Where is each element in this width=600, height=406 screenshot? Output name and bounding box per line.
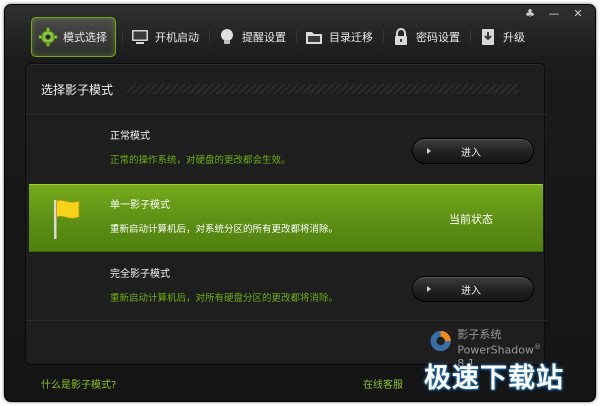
minimize-button[interactable]: — [547,7,561,21]
tab-label: 升级 [503,31,525,44]
lock-icon [395,28,407,45]
powershadow-logo-icon [430,330,451,352]
app-window: ♣ — ✕ 模式选择 开机启动 提醒设置 目录迁移 密码设置 升级 选择影子模式… [4,4,596,402]
online-support-link[interactable]: 在线客服 [363,376,403,391]
main-toolbar: 模式选择 开机启动 提醒设置 目录迁移 密码设置 升级 [31,17,535,57]
panel-header: 选择影子模式 [26,64,544,114]
mode-description: 正常的操作系统，对硬盘的更改都会生效。 [110,155,291,166]
close-button[interactable]: ✕ [571,7,585,21]
download-icon [482,29,494,45]
tab-startup[interactable]: 开机启动 [122,17,209,57]
tab-upgrade[interactable]: 升级 [470,17,535,57]
mode-row-full-shadow: 完全影子模式 重新启动计算机后，对所有硬盘分区的更改都将消除。 进入 [26,254,546,322]
header-divider [127,84,518,94]
lightbulb-icon [221,29,233,44]
folder-icon [306,32,322,44]
mode-title: 正常模式 [110,131,150,142]
mode-row-single-shadow[interactable]: 单一影子模式 重新启动计算机后，对系统分区的所有更改都将消除。 当前状态 [29,184,543,252]
tab-label: 模式选择 [63,31,107,44]
current-status-label: 当前状态 [449,213,493,226]
divider [26,114,546,115]
enter-full-shadow-mode-button[interactable]: 进入 [412,276,534,302]
button-label: 进入 [461,147,481,159]
tab-migration[interactable]: 目录迁移 [296,17,383,57]
tab-label: 提醒设置 [242,31,286,44]
tab-label: 密码设置 [416,31,460,44]
flag-icon [54,199,80,239]
what-is-shadow-mode-link[interactable]: 什么是影子模式? [41,376,116,391]
divider [26,320,546,321]
button-label: 进入 [461,285,481,297]
gear-icon [38,27,58,47]
mode-title: 完全影子模式 [110,269,170,280]
panel-title: 选择影子模式 [41,82,114,97]
tab-reminder[interactable]: 提醒设置 [209,17,296,57]
site-watermark: 极速下载站 [424,363,564,394]
mode-description: 重新启动计算机后，对所有硬盘分区的更改都将消除。 [110,293,339,304]
mode-title: 单一影子模式 [110,200,170,211]
tab-mode-select[interactable]: 模式选择 [31,17,116,57]
tab-password[interactable]: 密码设置 [383,17,470,57]
tab-label: 目录迁移 [329,31,373,44]
enter-normal-mode-button[interactable]: 进入 [412,138,534,164]
mode-description: 重新启动计算机后，对系统分区的所有更改都将消除。 [110,224,339,235]
monitor-icon [132,30,148,44]
mode-row-normal: 正常模式 正常的操作系统，对硬盘的更改都会生效。 进入 [26,116,546,184]
brand-name-cn: 影子系统 [457,328,502,341]
tab-label: 开机启动 [155,31,199,44]
mode-panel: 选择影子模式 正常模式 正常的操作系统，对硬盘的更改都会生效。 进入 单一影子模… [25,63,546,370]
